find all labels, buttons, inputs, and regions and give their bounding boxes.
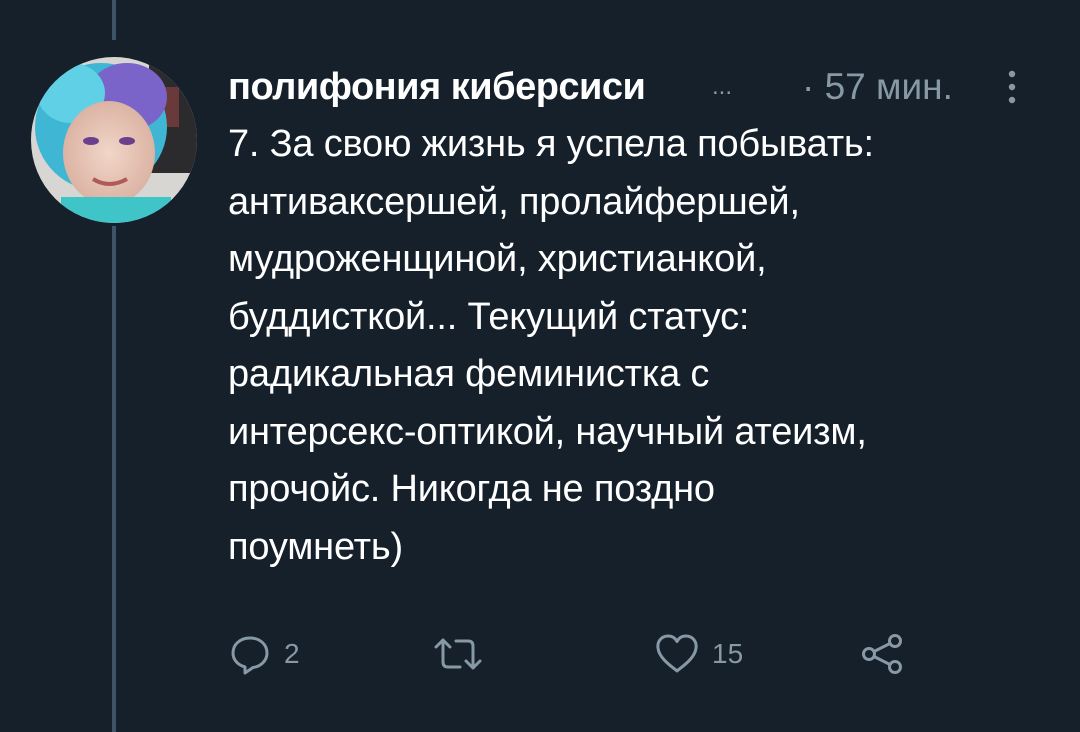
tweet-text: 7. За свою жизнь я успела побывать: анти… bbox=[228, 123, 874, 568]
share-button[interactable] bbox=[860, 628, 906, 680]
timestamp[interactable]: · 57 мин. bbox=[802, 62, 953, 112]
reply-button[interactable]: 2 bbox=[228, 628, 300, 680]
retweet-button[interactable] bbox=[433, 628, 495, 680]
thread-line-bottom bbox=[112, 226, 116, 732]
tweet-header: полифония киберсиси ... · 57 мин. bbox=[228, 62, 1028, 112]
like-button[interactable]: 15 bbox=[654, 628, 743, 680]
more-vertical-icon[interactable] bbox=[1004, 70, 1020, 104]
tweet-actions: 2 15 bbox=[228, 628, 1048, 680]
avatar[interactable] bbox=[31, 57, 197, 223]
reply-count: 2 bbox=[284, 638, 300, 669]
thread-line-top bbox=[112, 0, 116, 40]
display-name[interactable]: полифония киберсиси bbox=[228, 62, 646, 112]
name-ellipsis: ... bbox=[712, 73, 733, 100]
like-count: 15 bbox=[712, 638, 744, 669]
heart-icon bbox=[654, 632, 700, 676]
retweet-icon bbox=[433, 632, 483, 676]
share-icon bbox=[860, 632, 906, 676]
avatar-image bbox=[31, 57, 197, 223]
reply-bubble-icon bbox=[228, 632, 272, 676]
